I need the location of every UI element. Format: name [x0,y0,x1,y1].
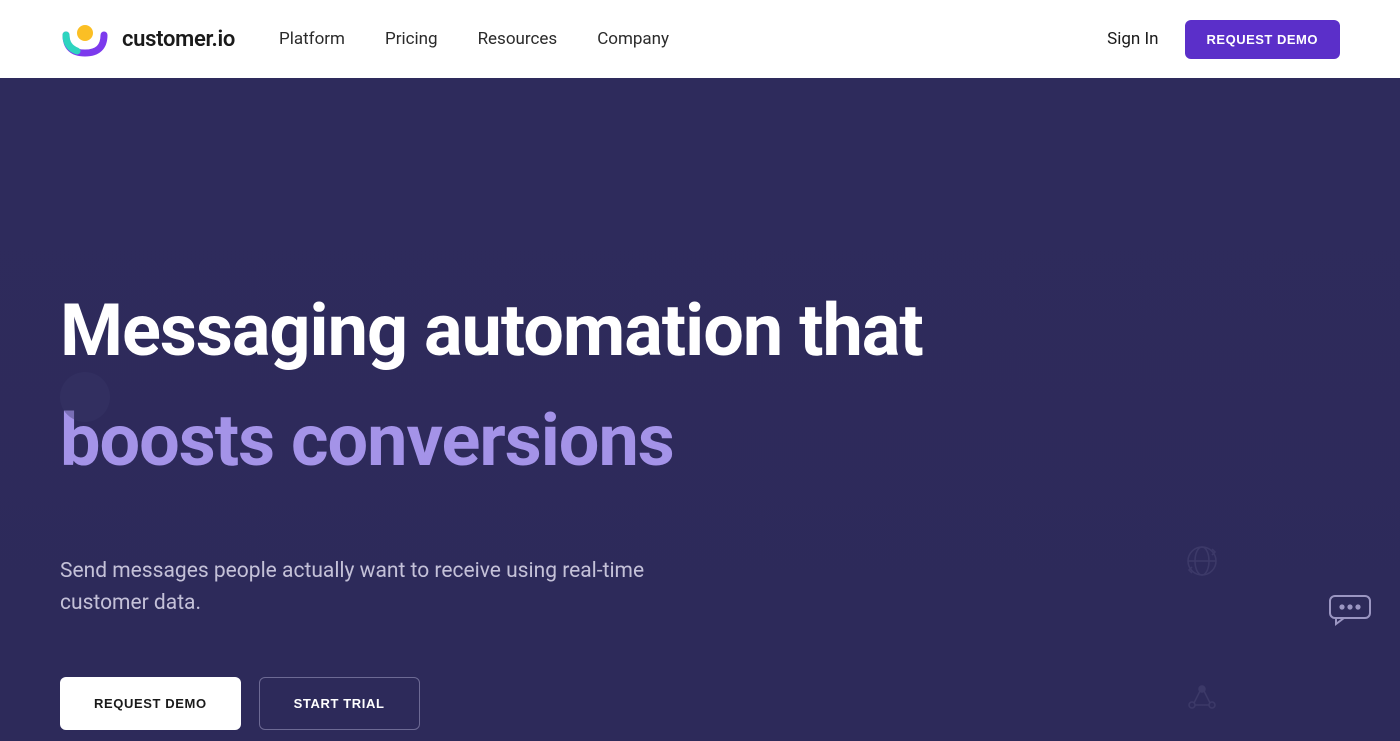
logo[interactable]: customer.io [60,21,235,57]
logo-text: customer.io [122,27,235,52]
nav-pricing[interactable]: Pricing [385,29,438,49]
decorative-globe-icon [1184,543,1220,579]
hero-title-line-2: boosts conversions [60,403,1340,479]
sign-in-link[interactable]: Sign In [1107,29,1158,49]
hero-request-demo-button[interactable]: REQUEST DEMO [60,677,241,730]
decorative-network-icon [1184,681,1220,717]
decorative-circle [60,372,110,422]
nav-platform[interactable]: Platform [279,29,345,49]
hero-title-line-1: Messaging automation that [60,288,923,373]
hero-start-trial-button[interactable]: START TRIAL [259,677,420,730]
nav-resources[interactable]: Resources [478,29,558,49]
hero-section: Messaging automation that boosts convers… [0,78,1400,741]
hero-subtitle: Send messages people actually want to re… [60,556,680,619]
hero-cta-group: REQUEST DEMO START TRIAL [60,677,1340,730]
nav-company[interactable]: Company [597,29,669,49]
logo-mark-icon [60,21,110,57]
request-demo-button[interactable]: REQUEST DEMO [1185,20,1340,59]
hero-heading: Messaging automation that boosts convers… [60,293,1340,478]
header-actions: Sign In REQUEST DEMO [1107,20,1340,59]
main-nav: Platform Pricing Resources Company [279,29,669,49]
site-header: customer.io Platform Pricing Resources C… [0,0,1400,78]
chat-widget-button[interactable] [1328,594,1372,626]
